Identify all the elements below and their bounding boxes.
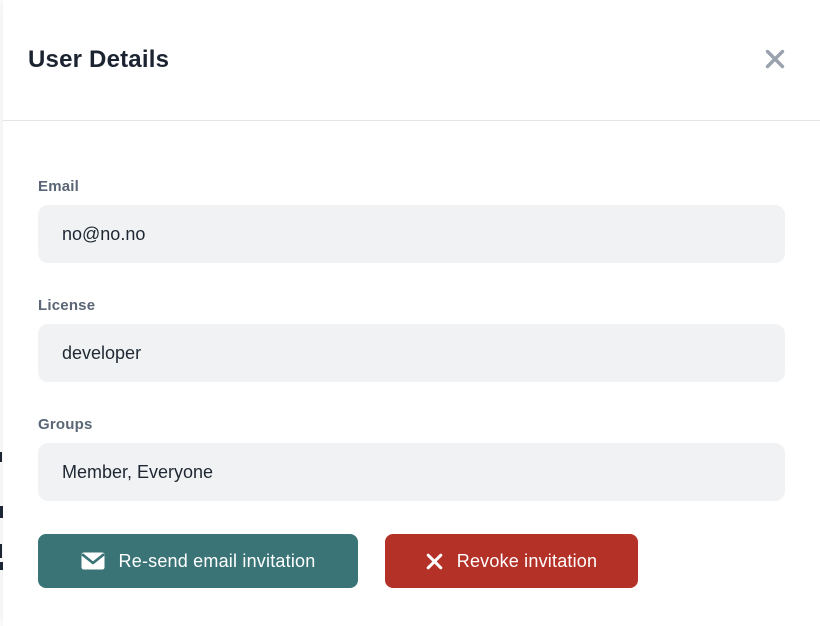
resend-button-label: Re-send email invitation (119, 551, 316, 572)
envelope-icon (81, 552, 105, 570)
license-field-group: License developer (38, 296, 785, 382)
background-page-text-fragment (0, 452, 2, 462)
modal-header: User Details (3, 0, 820, 121)
license-field[interactable]: developer (38, 324, 785, 382)
groups-field-group: Groups Member, Everyone (38, 415, 785, 501)
modal-body: Email no@no.no License developer Groups … (3, 121, 820, 588)
page-title: User Details (28, 46, 169, 74)
license-label: License (38, 296, 785, 315)
x-icon (426, 553, 443, 570)
resend-email-invitation-button[interactable]: Re-send email invitation (38, 534, 358, 588)
revoke-button-label: Revoke invitation (457, 551, 597, 572)
user-details-modal: User Details Email no@no.no License deve… (3, 0, 820, 626)
email-field-group: Email no@no.no (38, 177, 785, 263)
background-page-text-fragment (0, 544, 2, 558)
email-field[interactable]: no@no.no (38, 205, 785, 263)
email-label: Email (38, 177, 785, 196)
action-button-row: Re-send email invitation Revoke invitati… (38, 534, 785, 588)
close-icon (764, 48, 786, 73)
groups-label: Groups (38, 415, 785, 434)
close-button[interactable] (760, 45, 790, 75)
groups-field[interactable]: Member, Everyone (38, 443, 785, 501)
revoke-invitation-button[interactable]: Revoke invitation (385, 534, 638, 588)
